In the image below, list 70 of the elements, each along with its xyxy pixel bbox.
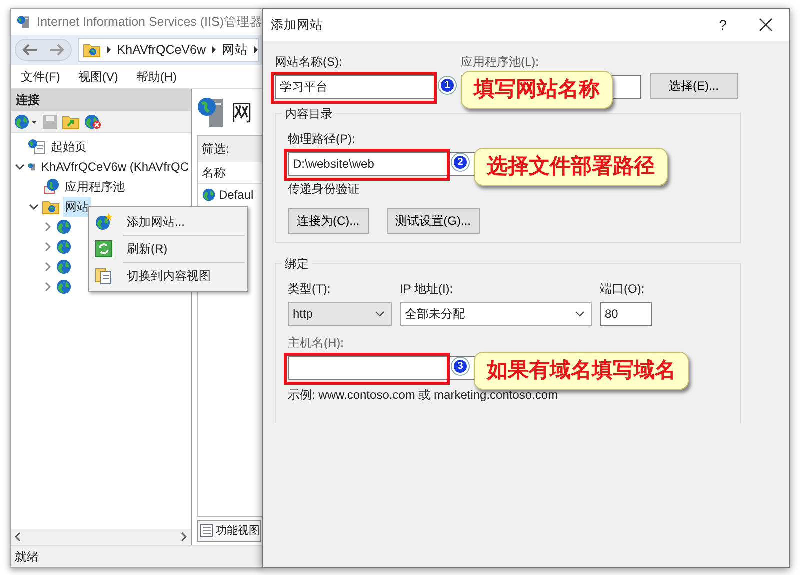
dialog-button[interactable]: 测试设置(G)... (386, 208, 480, 234)
column-header[interactable]: 名称 (202, 164, 226, 182)
status-text: 就绪 (15, 548, 39, 566)
field-label: IP 地址(I): (400, 281, 454, 298)
pane-header: 连接 (11, 89, 191, 111)
filter-label: 筛选: (202, 141, 230, 158)
app-pool-icon (42, 178, 60, 196)
dialog-title: 添加网站 (271, 16, 323, 34)
field-label: 主机名(H): (288, 335, 344, 352)
folder-icon (42, 199, 60, 215)
close-icon[interactable] (759, 18, 773, 32)
scroll-right-icon (180, 532, 188, 542)
tree-item[interactable]: 起始页 (49, 137, 89, 157)
field-label: 应用程序池(L): (461, 54, 539, 71)
globe-icon (202, 188, 216, 202)
tree-item[interactable]: KhAVfrQCeV6w (KhAVfrQC (39, 157, 191, 177)
step-number: 1 (439, 77, 456, 94)
select-button[interactable]: 选择(E)... (650, 73, 738, 99)
ip-address-dropdown[interactable]: 全部未分配 (400, 302, 592, 326)
chevron-icon (254, 46, 258, 54)
window-title: Internet Information Services (IIS)管理器 (37, 14, 263, 31)
site-name-field[interactable]: 学习平台 (275, 75, 435, 99)
menu-item[interactable]: 切换到内容视图 (123, 265, 215, 287)
example-text: 示例: www.contoso.com 或 marketing.contoso.com (288, 387, 560, 404)
start-page-icon (28, 139, 46, 155)
field-label: 物理路径(P): (288, 131, 356, 148)
navigation-buttons[interactable] (15, 39, 72, 61)
folder-up-icon (62, 114, 80, 130)
scroll-left-icon (14, 532, 22, 542)
chevron-icon (107, 46, 112, 54)
breadcrumb-item[interactable]: KhAVfrQCeV6w (117, 40, 206, 60)
tree-item[interactable]: 应用程序池 (63, 177, 127, 197)
step-number: 2 (452, 154, 469, 171)
page-heading: 网 (231, 98, 253, 126)
menu-item[interactable]: 文件(F) (21, 68, 60, 86)
port-field[interactable]: 80 (600, 302, 652, 326)
folder-icon (83, 42, 102, 58)
server-icon (197, 95, 225, 129)
field-label: 端口(O): (600, 281, 645, 298)
view-icon (200, 524, 214, 538)
server-icon (17, 14, 32, 30)
callout-tooltip: 选择文件部署路径 (474, 148, 668, 186)
address-bar[interactable]: KhAVfrQCeV6w 网站 (78, 38, 259, 62)
field-label: 类型(T): (288, 281, 331, 298)
menu-item[interactable]: 添加网站... (123, 211, 190, 233)
save-icon (42, 114, 58, 130)
dialog-button[interactable]: 连接为(C)... (288, 208, 369, 234)
menu-item[interactable]: 帮助(H) (136, 68, 177, 86)
field-label: 网站名称(S): (275, 54, 342, 71)
help-button[interactable]: ? (703, 14, 743, 36)
connect-icon (14, 114, 38, 130)
field-label: 传递身份验证 (288, 181, 360, 198)
disconnect-icon (84, 114, 102, 130)
back-icon (22, 44, 38, 56)
chevron-icon (212, 46, 216, 54)
feature-view-tab[interactable]: 功能视图 (197, 520, 261, 542)
callout-tooltip: 填写网站名称 (461, 71, 613, 108)
group-title: 绑定 (282, 255, 312, 273)
refresh-icon (95, 240, 113, 258)
step-number: 3 (452, 358, 469, 375)
site-row[interactable]: Defaul (219, 186, 254, 204)
menu-item[interactable]: 视图(V) (78, 68, 118, 86)
callout-tooltip: 如果有域名填写域名 (474, 352, 689, 390)
forward-icon (49, 44, 66, 56)
menu-item[interactable]: 刷新(R) (123, 238, 172, 260)
horizontal-scrollbar[interactable] (11, 529, 191, 545)
breadcrumb-item[interactable]: 网站 (222, 40, 248, 60)
tree-item[interactable]: 网站 (63, 197, 91, 217)
type-dropdown[interactable]: http (288, 302, 392, 326)
pages-icon (95, 267, 113, 285)
